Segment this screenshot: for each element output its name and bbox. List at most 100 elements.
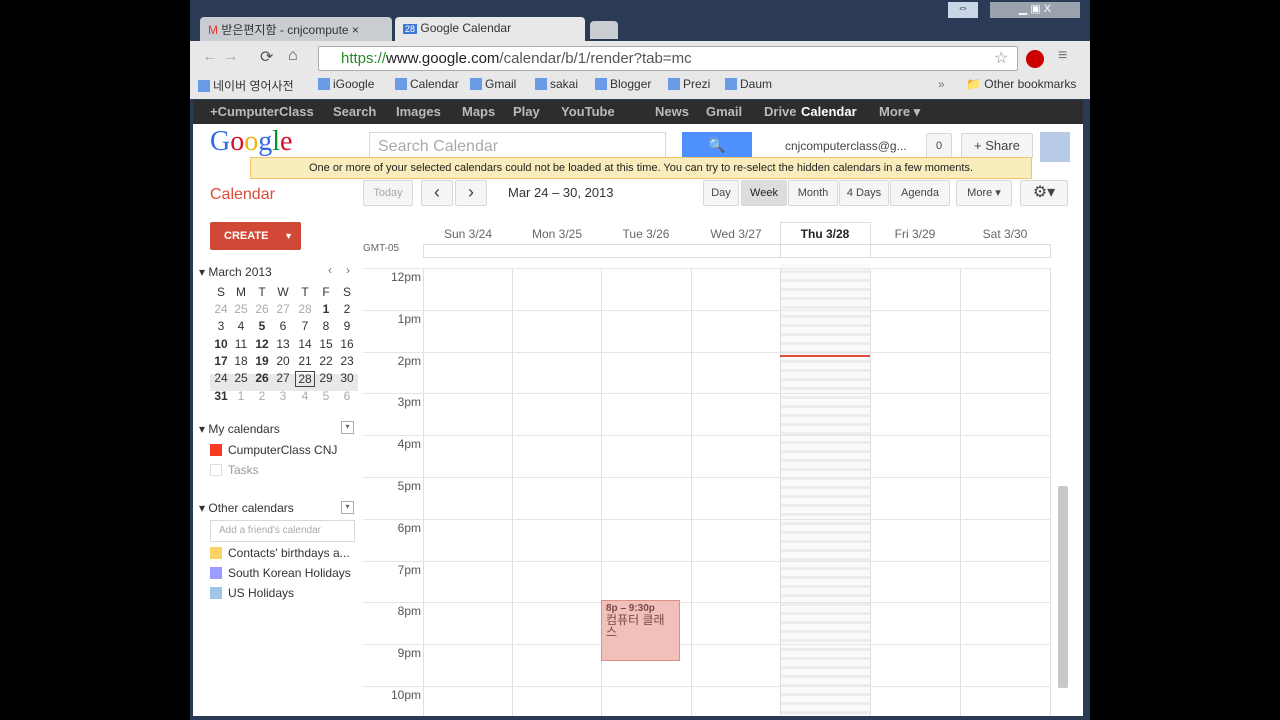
mini-day[interactable]: 27 — [273, 302, 293, 316]
more-button[interactable]: More ▾ — [956, 180, 1012, 206]
mini-day[interactable]: 29 — [316, 371, 336, 385]
notification-count[interactable]: 0 — [926, 133, 952, 159]
gbar-item[interactable]: Play — [513, 104, 540, 119]
settings-button[interactable]: ⚙▾ — [1020, 180, 1068, 206]
menu-icon[interactable]: ≡ — [1058, 47, 1067, 65]
day-header[interactable]: Tue 3/26 — [601, 227, 691, 241]
avatar[interactable] — [1040, 132, 1070, 162]
bookmark-item[interactable]: Calendar — [395, 77, 459, 91]
bookmark-item[interactable]: Gmail — [470, 77, 516, 91]
calendar-item[interactable]: US Holidays — [210, 586, 294, 600]
mini-day[interactable]: 12 — [252, 337, 272, 351]
mini-day[interactable]: 22 — [316, 354, 336, 368]
today-button[interactable]: Today — [363, 180, 413, 206]
restore-icon[interactable]: ⇔ — [948, 2, 978, 18]
tab-calendar[interactable]: 28 Google Calendar — [395, 17, 585, 41]
mini-day[interactable]: 6 — [337, 389, 357, 403]
other-calendars-header[interactable]: ▾ Other calendars — [199, 501, 294, 515]
gbar-item[interactable]: News — [655, 104, 689, 119]
address-bar[interactable]: https://www.google.com/calendar/b/1/rend… — [318, 46, 1018, 71]
day-header[interactable]: Wed 3/27 — [691, 227, 781, 241]
mini-day[interactable]: 16 — [337, 337, 357, 351]
bookmark-item[interactable]: iGoogle — [318, 77, 374, 91]
star-icon[interactable]: ☆ — [994, 48, 1008, 68]
mini-day[interactable]: 25 — [231, 302, 251, 316]
scrollbar-thumb[interactable] — [1058, 486, 1068, 688]
create-dropdown-icon[interactable]: ▼ — [284, 222, 293, 250]
mini-day[interactable]: 1 — [231, 389, 251, 403]
gbar-item[interactable]: Search — [333, 104, 376, 119]
calendar-item[interactable]: Contacts' birthdays a... — [210, 546, 350, 560]
view-agenda-button[interactable]: Agenda — [890, 180, 950, 206]
gbar-item[interactable]: +CumputerClass — [210, 104, 314, 119]
bookmark-item[interactable]: sakai — [535, 77, 578, 91]
mini-prev-icon[interactable]: ‹ — [328, 263, 332, 277]
mini-day[interactable]: 28 — [295, 371, 315, 388]
mini-day[interactable]: 31 — [211, 389, 231, 403]
mini-day[interactable]: 24 — [211, 302, 231, 316]
google-logo[interactable]: Google — [210, 126, 292, 158]
mini-day[interactable]: 18 — [231, 354, 251, 368]
mini-day[interactable]: 24 — [211, 371, 231, 385]
bookmark-item[interactable]: Daum — [725, 77, 772, 91]
mini-day[interactable]: 4 — [231, 319, 251, 333]
mini-day[interactable]: 6 — [273, 319, 293, 333]
search-input[interactable]: Search Calendar — [369, 132, 666, 159]
calendar-color-swatch[interactable] — [210, 567, 222, 579]
mini-day[interactable]: 26 — [252, 302, 272, 316]
day-header[interactable]: Sat 3/30 — [960, 227, 1050, 241]
mini-day[interactable]: 3 — [211, 319, 231, 333]
mini-day[interactable]: 30 — [337, 371, 357, 385]
mini-day[interactable]: 3 — [273, 389, 293, 403]
new-tab-button[interactable] — [590, 21, 618, 39]
view-day-button[interactable]: Day — [703, 180, 739, 206]
mini-day[interactable]: 9 — [337, 319, 357, 333]
mini-day[interactable]: 2 — [337, 302, 357, 316]
bookmark-item[interactable]: Blogger — [595, 77, 651, 91]
day-header[interactable]: Thu 3/28 — [780, 227, 870, 241]
mini-day[interactable]: 14 — [295, 337, 315, 351]
mini-day[interactable]: 5 — [252, 319, 272, 333]
mini-day[interactable]: 10 — [211, 337, 231, 351]
search-button[interactable]: 🔍 — [682, 132, 752, 159]
mini-day[interactable]: 8 — [316, 319, 336, 333]
mini-day[interactable]: 11 — [231, 337, 251, 351]
calendar-event[interactable]: 8p – 9:30p 컴퓨터 클래스 — [601, 600, 680, 661]
share-button[interactable]: + Share — [961, 133, 1033, 159]
calendar-item[interactable]: CumputerClass CNJ — [210, 443, 337, 457]
my-calendars-header[interactable]: ▾ My calendars — [199, 422, 280, 436]
view-month-button[interactable]: Month — [788, 180, 838, 206]
day-header[interactable]: Fri 3/29 — [870, 227, 960, 241]
gbar-item[interactable]: Drive — [764, 104, 797, 119]
tab-gmail[interactable]: M 받은편지함 - cnjcompute × — [200, 17, 392, 41]
calendar-color-swatch[interactable] — [210, 547, 222, 559]
mini-day[interactable]: 15 — [316, 337, 336, 351]
add-friend-calendar-input[interactable]: Add a friend's calendar — [210, 520, 355, 542]
mini-day[interactable]: 5 — [316, 389, 336, 403]
view-week-button[interactable]: Week — [741, 180, 787, 206]
day-header[interactable]: Mon 3/25 — [512, 227, 602, 241]
extension-icon[interactable] — [1026, 50, 1044, 68]
mini-day[interactable]: 19 — [252, 354, 272, 368]
back-icon[interactable]: ← → — [202, 48, 238, 66]
day-header[interactable]: Sun 3/24 — [423, 227, 513, 241]
mini-day[interactable]: 20 — [273, 354, 293, 368]
calendar-color-swatch[interactable] — [210, 464, 222, 476]
mini-calendar-title[interactable]: ▾ March 2013 — [199, 265, 272, 279]
calendar-color-swatch[interactable] — [210, 444, 222, 456]
gbar-item[interactable]: Calendar — [801, 104, 857, 119]
mini-day[interactable]: 28 — [295, 302, 315, 316]
mini-day[interactable]: 1 — [316, 302, 336, 316]
calendar-item[interactable]: South Korean Holidays — [210, 566, 351, 580]
gbar-item[interactable]: Images — [396, 104, 441, 119]
other-bookmarks[interactable]: 📁 Other bookmarks — [966, 77, 1076, 91]
gbar-item[interactable]: YouTube — [561, 104, 615, 119]
bookmark-item[interactable]: Prezi — [668, 77, 710, 91]
gbar-item[interactable]: Gmail — [706, 104, 742, 119]
create-button[interactable]: CREATE ▼ — [210, 222, 301, 250]
all-day-row[interactable] — [423, 244, 1051, 258]
mini-day[interactable]: 25 — [231, 371, 251, 385]
mini-day[interactable]: 13 — [273, 337, 293, 351]
next-button[interactable]: › — [455, 180, 487, 206]
my-calendars-menu-icon[interactable]: ▾ — [341, 421, 354, 434]
